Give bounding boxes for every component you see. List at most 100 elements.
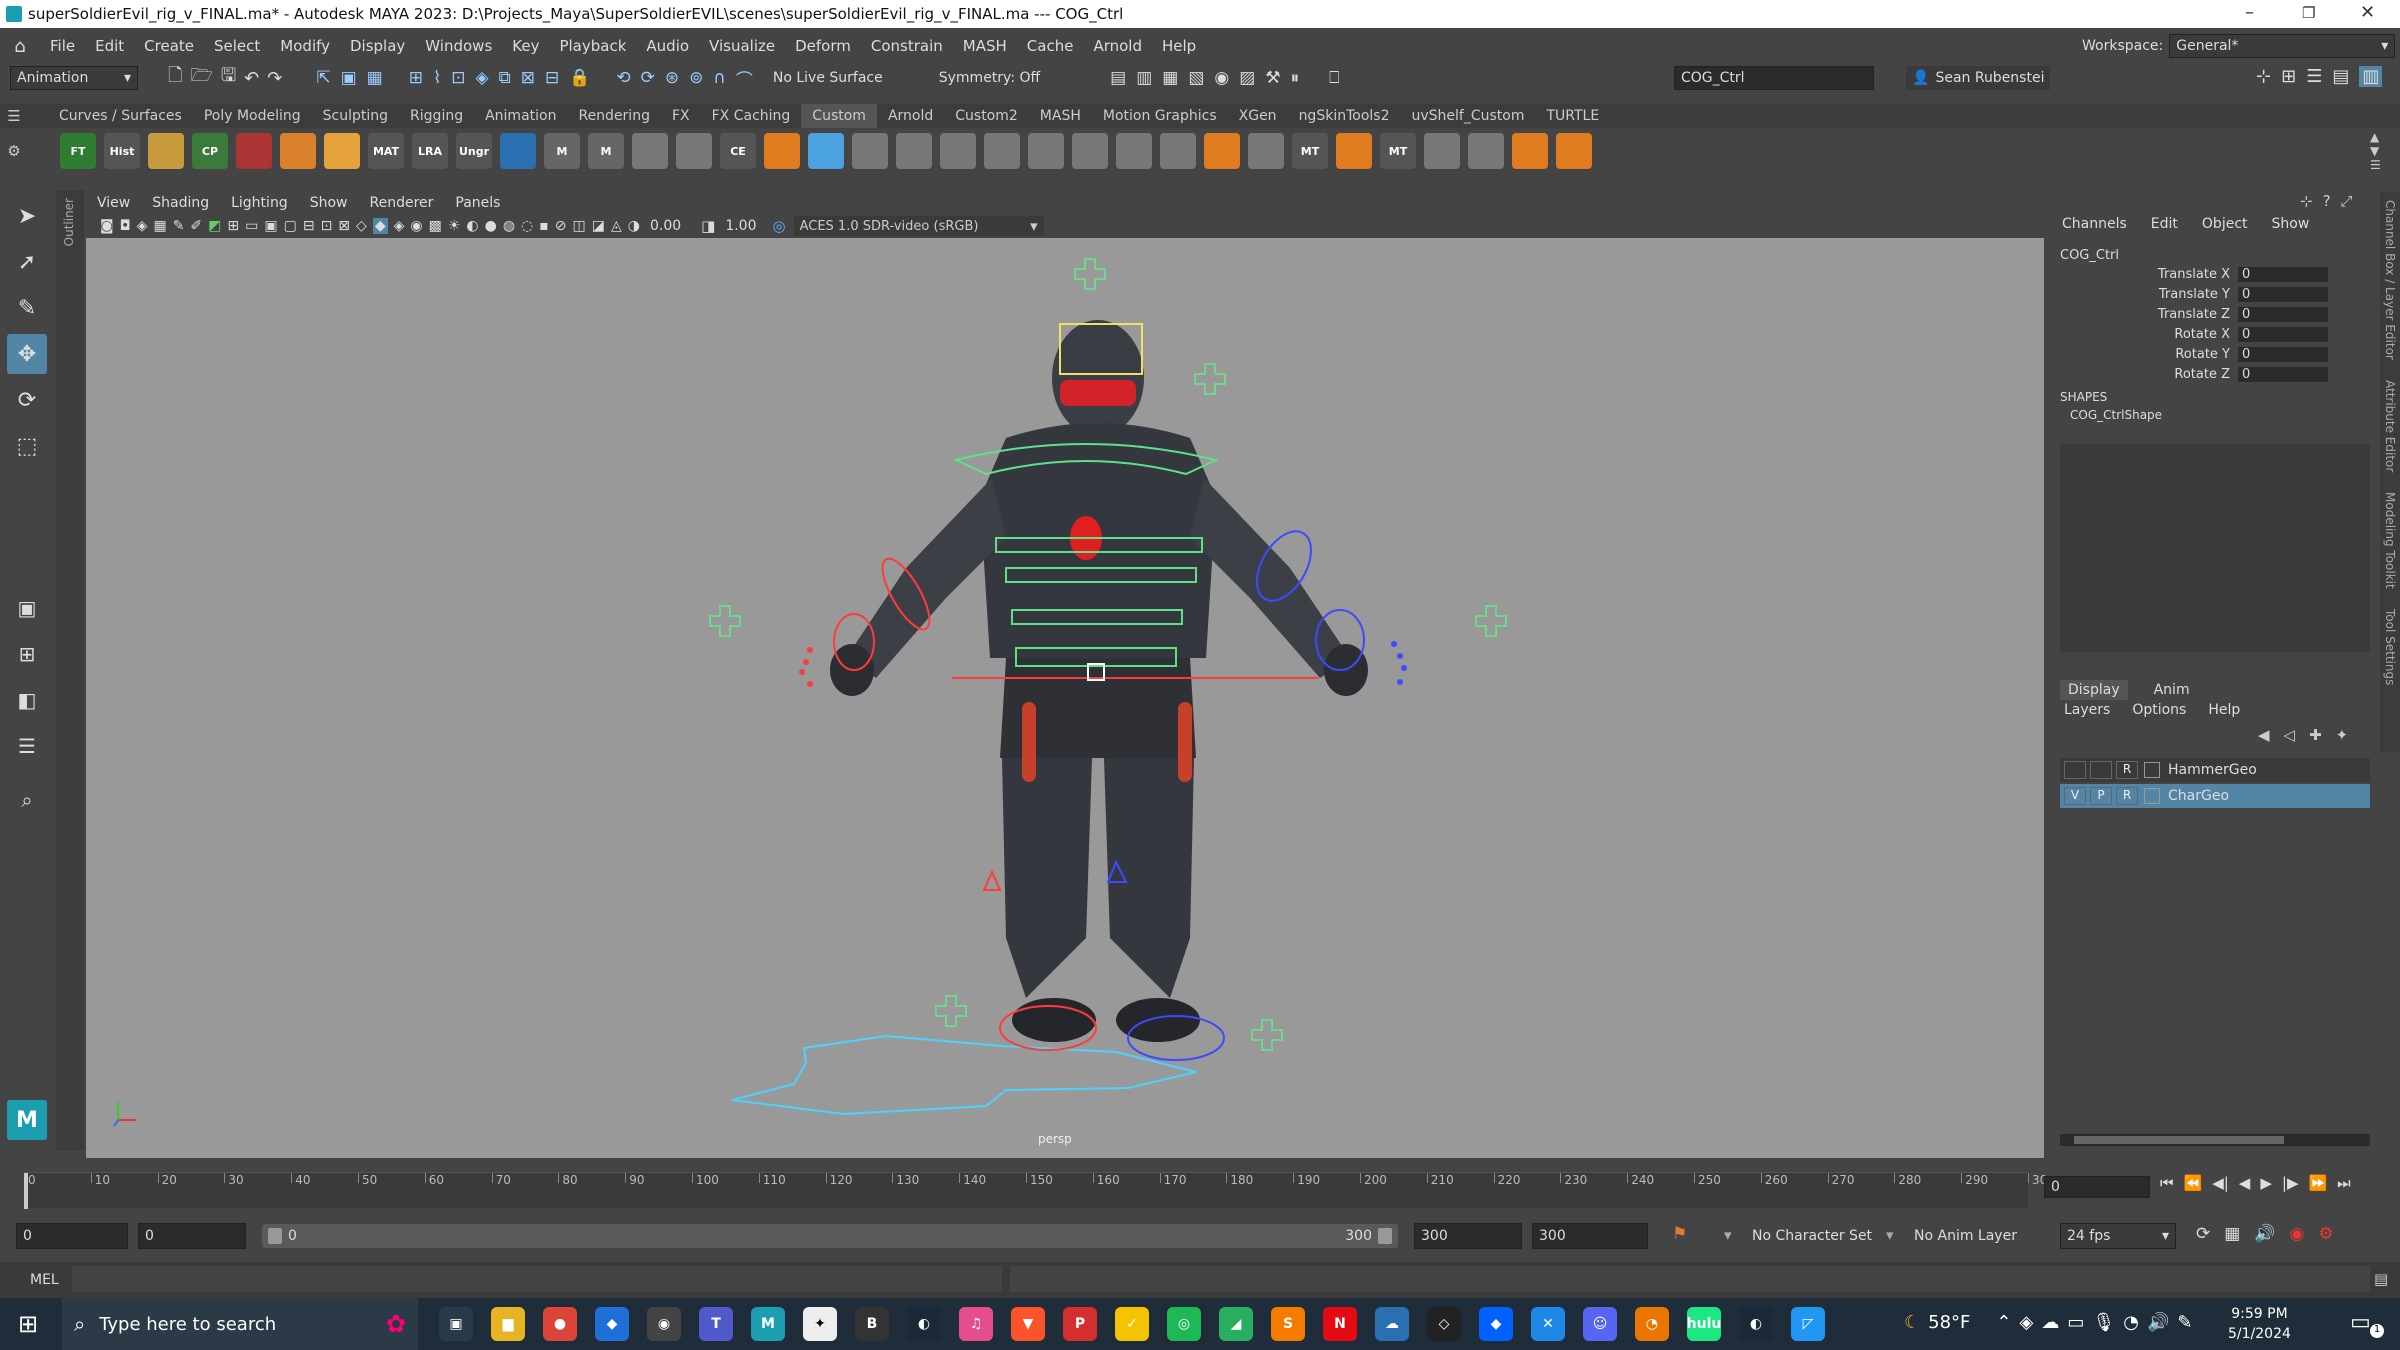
unity-icon[interactable]: ◇ [1427,1307,1461,1341]
magnet-icon[interactable]: ∩ [713,68,725,88]
command-language-label[interactable]: MEL [30,1272,59,1288]
channel-box-icon[interactable]: ▤ [2332,66,2349,87]
menu-constrain[interactable]: Constrain [861,28,953,64]
outliner-layout-icon[interactable]: ☰ [7,726,47,766]
wireframe-shaded-icon[interactable]: ◈ [394,218,405,234]
attribute-editor-icon[interactable]: ⊞ [2281,66,2296,87]
shelf-tool-icon[interactable] [984,133,1020,169]
shelf-tool-icon[interactable]: CP [192,133,228,169]
shelf-settings-icon[interactable]: ⚙ [0,142,28,160]
shelf-tool-icon[interactable] [1160,133,1196,169]
layer-color-icon[interactable] [2144,762,2160,778]
move-layer-down-icon[interactable]: ◁ [2284,726,2296,744]
channel-box-menu-channels[interactable]: Channels [2062,216,2127,232]
maya-home-icon[interactable]: M [7,1100,47,1140]
teams-icon[interactable]: T [699,1307,733,1341]
shelf-tab[interactable]: TURTLE [1535,104,1610,128]
shelf-tool-icon[interactable]: Ungr [456,133,492,169]
pause-icon[interactable]: ⏸ [1291,68,1300,88]
shape-name[interactable]: COG_CtrlShape [2070,408,2162,422]
menu-key[interactable]: Key [502,28,549,64]
shelf-tool-icon[interactable]: MAT [368,133,404,169]
render-settings-icon[interactable]: ▧ [1188,68,1204,88]
tray-drive-icon[interactable]: ▭ [2067,1312,2084,1333]
menu-audio[interactable]: Audio [636,28,699,64]
motion-blur-icon[interactable]: ◍ [503,218,515,234]
obs-icon[interactable]: ◉ [647,1307,681,1341]
xray-joints-icon[interactable]: ◪ [592,218,605,234]
xray-icon[interactable]: ◫ [573,218,586,234]
arnold-render-icon[interactable]: ▨ [1239,68,1255,88]
shelf-tool-icon[interactable]: FT [60,133,96,169]
channel-box-menu-object[interactable]: Object [2202,216,2248,232]
menu-modify[interactable]: Modify [270,28,340,64]
lasso-icon[interactable]: ⌒ [736,66,753,91]
shelf-tool-icon[interactable] [1248,133,1284,169]
save-scene-icon[interactable]: 🖫 [221,63,236,93]
channel-value[interactable]: 0 [2238,286,2328,302]
taskbar-clock[interactable]: 9:59 PM 5/1/2024 [2228,1304,2291,1344]
fps-dropdown[interactable]: 24 fps ▾ [2060,1223,2176,1249]
shelf-tool-icon[interactable]: LRA [412,133,448,169]
tool-settings-icon[interactable]: ☰ [2306,66,2322,87]
tray-volume-icon[interactable]: 🔊 [2147,1312,2169,1333]
spotify-icon[interactable]: ◎ [1167,1307,1201,1341]
image-plane-icon[interactable]: ▦ [153,218,166,234]
onedrive-icon[interactable]: ☁ [1375,1307,1409,1341]
weather-icon[interactable]: ☾ [1904,1312,1920,1333]
shelf-tool-icon[interactable] [1512,133,1548,169]
channel-value[interactable]: 0 [2238,266,2328,282]
expand-icon[interactable]: ⤢ [2341,192,2353,210]
resolution-gate-icon[interactable]: ▣ [264,218,277,234]
four-view-icon[interactable]: ⊞ [7,634,47,674]
loop-icon[interactable]: ⟳ [2196,1224,2210,1244]
range-start-handle[interactable] [268,1228,282,1244]
step-forward-frame-icon[interactable]: |▶ [2282,1174,2299,1192]
menu-mash[interactable]: MASH [953,28,1017,64]
end-time-field[interactable]: 300 [1532,1223,1648,1249]
layer-color-icon[interactable] [2144,788,2160,804]
tray-pen-icon[interactable]: ✎ [2177,1312,2192,1333]
shelf-tab[interactable]: Poly Modeling [193,104,312,128]
shelf-tool-icon[interactable] [236,133,272,169]
single-perspective-icon[interactable]: ▣ [7,588,47,628]
go-to-end-icon[interactable]: ⏭ [2337,1174,2351,1192]
viewport-persp[interactable]: persp [86,238,2044,1158]
select-hierarchy-icon[interactable]: ⇱ [316,68,330,88]
side-tab[interactable]: Attribute Editor [2383,380,2397,472]
shelf-tool-icon[interactable] [1028,133,1064,169]
snap-lock-icon[interactable]: 🔒 [569,68,590,88]
range-bar[interactable]: 0 300 [262,1224,1398,1248]
windows-start-icon[interactable]: ⊞ [18,1310,38,1338]
live-surface-label[interactable]: No Live Surface [773,70,883,86]
move-tool-icon[interactable]: ✥ [7,334,47,374]
film-gate-icon[interactable]: ▭ [245,218,258,234]
menu-visualize[interactable]: Visualize [699,28,785,64]
gate-mask-icon[interactable]: ▢ [284,218,297,234]
shelf-tool-icon[interactable]: CE [720,133,756,169]
persp-outliner-icon[interactable]: ◧ [7,680,47,720]
snap-curve-icon[interactable]: ⌇ [433,68,441,88]
playback-end-field[interactable]: 300 [1414,1223,1522,1249]
symmetry-label[interactable]: Symmetry: Off [939,70,1040,86]
shelf-tab[interactable]: FX Caching [701,104,802,128]
antialias-icon[interactable]: ◌ [521,218,533,234]
scale-tool-icon[interactable]: ⬚ [7,426,47,466]
channel-value[interactable]: 0 [2238,326,2328,342]
side-tab[interactable]: Channel Box / Layer Editor [2383,200,2397,360]
hypershade-icon[interactable]: ◉ [1214,68,1229,88]
discord-icon[interactable]: ☺ [1583,1307,1617,1341]
shelf-tab[interactable]: Animation [474,104,567,128]
shelf-tool-icon[interactable] [1468,133,1504,169]
shelf-tool-icon[interactable] [280,133,316,169]
lights-icon[interactable]: ☀ [448,218,461,234]
history-icon[interactable]: ⟲ [616,68,630,88]
render-icon[interactable]: ▥ [1136,68,1152,88]
blender-icon[interactable]: ◔ [1635,1307,1669,1341]
app-cyan-icon[interactable]: ◸ [1791,1307,1825,1341]
layer-v-toggle[interactable] [2064,761,2086,779]
step-back-key-icon[interactable]: ⏪ [2184,1174,2203,1192]
shelf-tab[interactable]: FX [661,104,701,128]
channel-row[interactable]: Rotate Y 0 [2050,344,2370,364]
tray-chevron-up-icon[interactable]: ⌃ [1996,1312,2011,1333]
